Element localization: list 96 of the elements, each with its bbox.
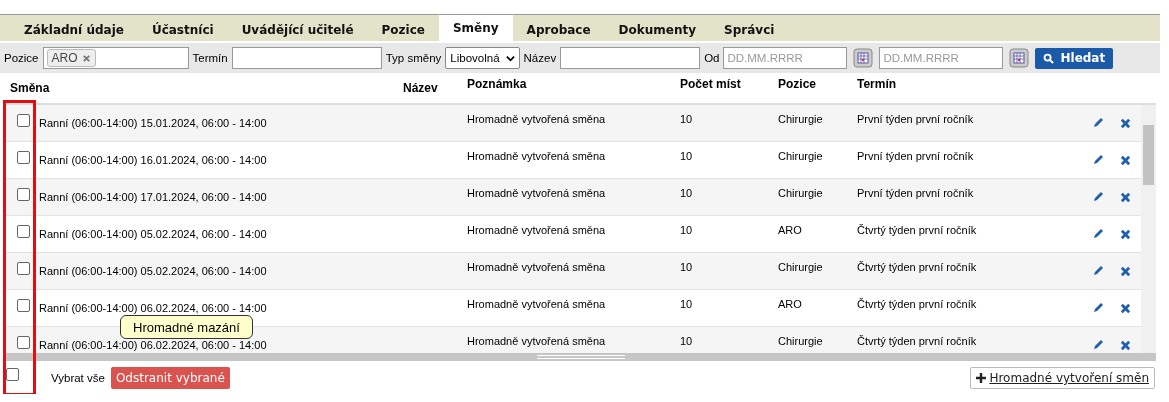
date-to-field[interactable]: DD.MM.RRRR	[879, 47, 1004, 69]
calendar-icon[interactable]	[1009, 48, 1030, 68]
delete-icon[interactable]	[1120, 154, 1131, 166]
table-cell-text: Hromadně vytvořená směna	[467, 261, 607, 273]
table-cell: Ranní (06:00-14:00) 15.01.2024, 06:00 - 14:00	[39, 117, 267, 129]
scrollbar[interactable]	[4, 353, 1156, 361]
delete-icon[interactable]	[1120, 228, 1131, 240]
table-cell-text: 10	[680, 335, 694, 347]
table-cell-text: První týden první ročník	[857, 113, 975, 125]
field-label: Typ směny	[385, 52, 442, 64]
tab[interactable]: Účastníci	[137, 19, 228, 41]
edit-icon[interactable]	[1092, 228, 1104, 240]
shift-type-select[interactable]: Libovolná	[445, 47, 520, 69]
remove-icon[interactable]	[81, 53, 91, 63]
edit-icon[interactable]	[1092, 265, 1104, 277]
tab[interactable]: Uvádějící učitelé	[227, 19, 368, 41]
row-checkbox[interactable]	[17, 261, 30, 275]
table-cell-text: 10	[680, 150, 694, 162]
tab[interactable]: Pozice	[367, 19, 439, 41]
table-cell-text: Hromadně vytvořená směna	[467, 150, 607, 162]
table-cell: Ranní (06:00-14:00) 16.01.2024, 06:00 - 14:00	[39, 154, 267, 166]
field-label: Termín	[192, 52, 228, 64]
bulk-create-button[interactable]: Hromadné vytvoření směn	[970, 367, 1155, 389]
table-cell-text: Chirurgie	[778, 150, 824, 162]
delete-icon[interactable]	[1120, 191, 1131, 203]
field-label: Pozice	[4, 52, 39, 64]
edit-icon[interactable]	[1092, 339, 1104, 351]
calendar-icon[interactable]	[853, 48, 874, 68]
table-cell-text: Hromadně vytvořená směna	[467, 224, 607, 236]
tab[interactable]: Dokumenty	[604, 19, 711, 41]
table-cell-text: 10	[680, 298, 694, 310]
table-cell-text: Čtvrtý týden první ročník	[857, 261, 978, 273]
row-checkbox[interactable]	[17, 113, 30, 127]
table-cell-text: Chirurgie	[778, 335, 824, 347]
table-cell-text: Hromadně vytvořená směna	[467, 187, 607, 199]
table-cell-text: 10	[680, 261, 694, 273]
name-field[interactable]	[560, 47, 701, 69]
search-button[interactable]: Hledat	[1035, 47, 1114, 69]
column-header: Pozice	[778, 77, 817, 91]
row-checkbox[interactable]	[17, 335, 30, 349]
tab[interactable]: Základní údaje	[10, 19, 138, 41]
table-cell-text: Chirurgie	[778, 187, 824, 199]
table-cell-text: 10	[680, 187, 694, 199]
edit-icon[interactable]	[1092, 117, 1104, 129]
table-cell-text: 10	[680, 113, 694, 125]
position-field[interactable]: ARO	[42, 47, 189, 69]
position-tag[interactable]: ARO	[46, 49, 96, 67]
table-cell-text: 10	[680, 224, 694, 236]
checkbox-label: Vybrat vše	[51, 372, 105, 384]
table-cell-text: První týden první ročník	[857, 187, 975, 199]
edit-icon[interactable]	[1092, 302, 1104, 314]
table-cell-text: Čtvrtý týden první ročník	[857, 224, 978, 236]
edit-icon[interactable]	[1092, 154, 1104, 166]
column-header: Směna	[9, 81, 51, 95]
tooltip: Hromadné mazání	[120, 315, 253, 339]
tab[interactable]: Směny	[438, 15, 513, 41]
row-checkbox[interactable]	[17, 224, 30, 238]
row-checkbox[interactable]	[17, 298, 30, 312]
field-label: Od	[704, 52, 720, 64]
chevron-icon	[505, 53, 515, 63]
table-cell-text: ARO	[778, 298, 803, 310]
table-cell-text: Hromadně vytvořená směna	[467, 335, 607, 347]
column-header: Termín	[857, 77, 898, 91]
delete-icon[interactable]	[1120, 302, 1131, 314]
edit-icon[interactable]	[1092, 191, 1104, 203]
column-header: Poznámka	[467, 77, 528, 91]
table-cell: Ranní (06:00-14:00) 05.02.2024, 06:00 - 14:00	[39, 228, 267, 240]
scrollbar[interactable]	[1141, 105, 1156, 353]
table-cell: Ranní (06:00-14:00) 06.02.2024, 06:00 - 14:00	[39, 339, 267, 351]
table-cell-text: Čtvrtý týden první ročník	[857, 298, 978, 310]
date-from-field[interactable]: DD.MM.RRRR	[723, 47, 848, 69]
table-cell-text: Chirurgie	[778, 261, 824, 273]
search-icon	[1043, 52, 1055, 64]
delete-icon[interactable]	[1120, 117, 1131, 129]
delete-icon[interactable]	[1120, 265, 1131, 277]
table-cell-text: Chirurgie	[778, 113, 824, 125]
tab[interactable]: Aprobace	[512, 19, 605, 41]
table-cell: Ranní (06:00-14:00) 06.02.2024, 06:00 - 14:00	[39, 302, 267, 314]
delete-icon[interactable]	[1120, 339, 1131, 351]
table-cell-text: Čtvrtý týden první ročník	[857, 335, 978, 347]
table-cell-text: První týden první ročník	[857, 150, 975, 162]
table-cell-text: Hromadně vytvořená směna	[467, 298, 607, 310]
table-cell-text: Hromadně vytvořená směna	[467, 113, 607, 125]
column-header: Název	[403, 81, 439, 95]
column-header: Počet míst	[680, 77, 742, 91]
plus-icon	[976, 373, 987, 383]
row-checkbox[interactable]	[17, 187, 30, 201]
delete-selected-button[interactable]: Odstranit vybrané	[110, 367, 230, 389]
tab[interactable]: Správci	[710, 19, 789, 41]
select-all-checkbox[interactable]	[6, 367, 19, 381]
field-label: Název	[523, 52, 557, 64]
table-cell: Ranní (06:00-14:00) 17.01.2024, 06:00 - 14:00	[39, 191, 267, 203]
row-checkbox[interactable]	[17, 150, 30, 164]
table-cell: Ranní (06:00-14:00) 05.02.2024, 06:00 - 14:00	[39, 265, 267, 277]
term-field[interactable]	[231, 47, 382, 69]
table-cell-text: ARO	[778, 224, 803, 236]
